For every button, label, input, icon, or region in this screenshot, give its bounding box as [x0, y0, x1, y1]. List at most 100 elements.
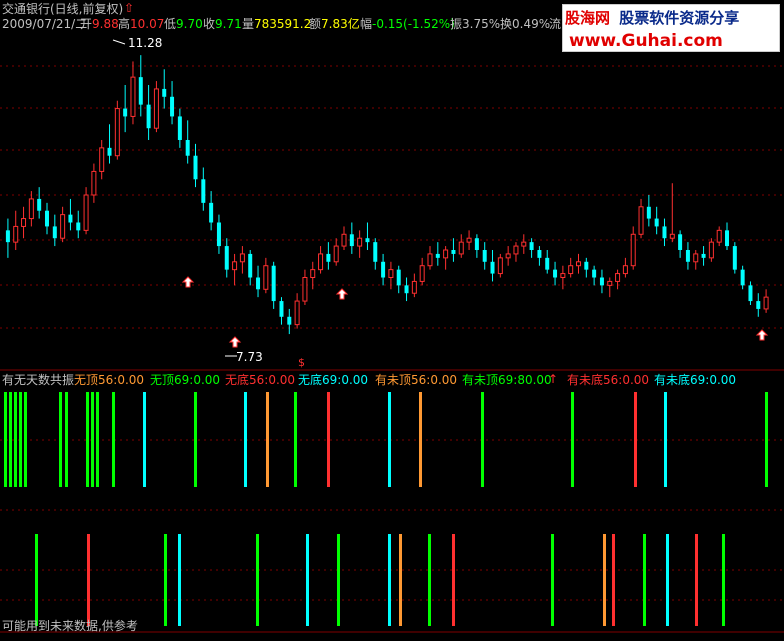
indicator-item-7: 有未底56:0.00 — [567, 373, 650, 387]
signal-bar-top — [244, 392, 247, 487]
candle-body — [177, 116, 182, 140]
candle-body — [388, 269, 394, 278]
candle-body — [411, 280, 417, 294]
candle-body — [419, 265, 425, 282]
prev-arrow-icon[interactable]: ⇧ — [124, 1, 134, 15]
amount-value: 7.83亿 — [321, 17, 360, 31]
indicator-item-1: 无顶56:0.00 — [74, 373, 145, 387]
candle-body — [529, 242, 534, 250]
signal-bar-top — [9, 392, 12, 487]
volume-value: 783591.2 — [254, 17, 312, 31]
signal-bar-bottom — [603, 534, 606, 626]
signal-bar-top — [91, 392, 94, 487]
candle-body — [560, 273, 566, 279]
future-data-note: 可能用到未来数据,供参考 — [2, 619, 138, 633]
candle-body — [404, 285, 409, 294]
turnover-value: 0.49% — [512, 17, 551, 31]
amplitude-value: 3.75% — [462, 17, 501, 31]
candle-body — [365, 238, 370, 243]
candle-body — [716, 229, 722, 243]
candle-body — [232, 261, 238, 271]
dollar-marker-icon: $ — [298, 356, 305, 369]
signal-bar-bottom — [551, 534, 554, 626]
candle-body — [201, 179, 206, 203]
indicator-item-4: 无底69:0.00 — [298, 373, 369, 387]
change-label: 幅 — [360, 17, 373, 31]
signal-bar-top — [96, 392, 99, 487]
signal-bar-top — [112, 392, 115, 487]
candle-body — [732, 246, 737, 270]
candle-body — [466, 237, 472, 243]
signal-bar-top — [266, 392, 269, 487]
candle-body — [21, 218, 27, 227]
signal-bar-top — [86, 392, 89, 487]
signal-bar-bottom — [35, 534, 38, 626]
candle-body — [37, 198, 42, 211]
candle-body — [123, 108, 128, 117]
candle-body — [521, 241, 527, 247]
signal-bar-bottom — [399, 534, 402, 626]
candle-body — [170, 96, 175, 117]
low-value: 9.70 — [176, 17, 203, 31]
candle-body — [209, 202, 214, 223]
candle-body — [302, 277, 308, 302]
signal-bar-top — [634, 392, 637, 487]
signal-bar-bottom — [612, 534, 615, 626]
candle-body — [91, 170, 97, 196]
candle-body — [669, 233, 675, 239]
buy-arrow-icon — [228, 336, 242, 348]
candle-body — [599, 277, 604, 286]
candle-body — [216, 222, 221, 247]
chart-canvas[interactable] — [0, 0, 784, 641]
candle-body — [373, 242, 378, 262]
candle-body — [607, 280, 613, 286]
candle-body — [427, 253, 433, 267]
close-label: 收 — [203, 17, 216, 31]
candle-body — [333, 245, 339, 263]
signal-bar-top — [65, 392, 68, 487]
high-label: 高 — [118, 17, 131, 31]
signal-bar-top — [24, 392, 27, 487]
candle-body — [146, 104, 151, 129]
watermark-banner: 股海网 股票软件资源分享 www.Guhai.com — [562, 4, 780, 52]
candle-body — [497, 257, 503, 275]
candle-body — [654, 218, 659, 227]
candle-body — [239, 253, 245, 263]
candle-body — [153, 88, 159, 129]
indicator-item-2: 无顶69:0.00 — [150, 373, 221, 387]
candle-body — [193, 155, 198, 180]
signal-bar-bottom — [256, 534, 259, 626]
candle-body — [615, 273, 621, 282]
signal-bar-top — [327, 392, 330, 487]
bar-date: 2009/07/21/二 — [2, 17, 88, 31]
signal-bar-top — [194, 392, 197, 487]
candle-body — [630, 233, 636, 267]
candle-body — [458, 241, 464, 255]
candle-body — [349, 234, 354, 247]
candle-body — [68, 214, 73, 223]
candle-body — [638, 206, 644, 235]
indicator-name: 有无天数共振 — [2, 373, 75, 387]
candle-body — [138, 77, 143, 105]
candle-body — [513, 245, 519, 255]
signal-bar-bottom — [164, 534, 167, 626]
candle-body — [130, 76, 136, 117]
signal-bar-bottom — [452, 534, 455, 626]
buy-arrow-icon — [755, 329, 769, 341]
signal-bar-bottom — [428, 534, 431, 626]
buy-arrow-icon — [181, 276, 195, 288]
candle-body — [748, 285, 753, 302]
candle-body — [60, 214, 66, 239]
candle-body — [28, 198, 34, 220]
candle-body — [537, 250, 542, 258]
volume-label: 量 — [242, 17, 255, 31]
candle-body — [256, 277, 261, 290]
candle-body — [576, 261, 581, 267]
candle-body — [310, 269, 316, 278]
candle-body — [545, 257, 550, 270]
close-value: 9.71 — [215, 17, 242, 31]
signal-bar-bottom — [666, 534, 669, 626]
candle-body — [490, 261, 495, 274]
candle-body — [287, 316, 292, 325]
watermark-logo: 股海网 — [565, 9, 611, 27]
